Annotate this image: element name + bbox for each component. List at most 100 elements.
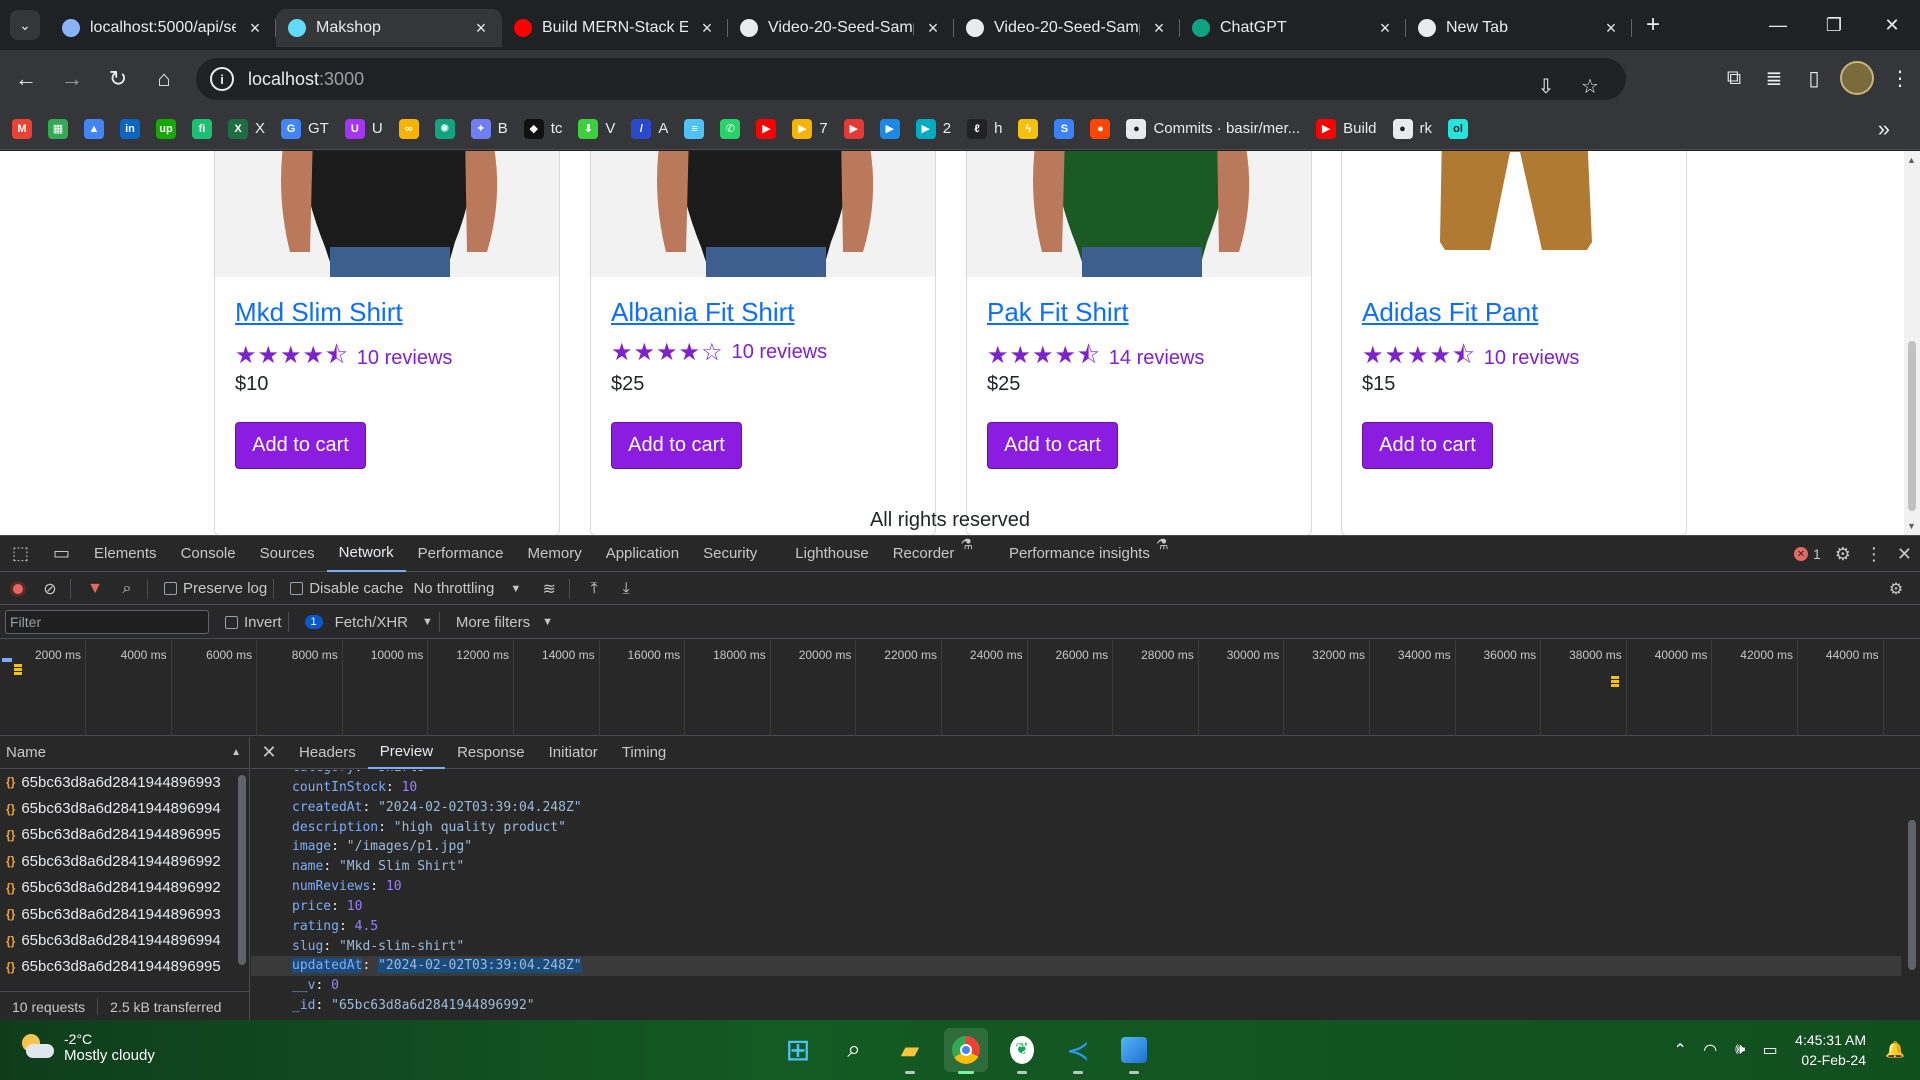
browser-tab[interactable]: ChatGPT × bbox=[1180, 9, 1406, 47]
browser-tab[interactable]: Build MERN-Stack EC × bbox=[502, 9, 728, 47]
bookmark-item[interactable]: M bbox=[12, 118, 32, 139]
json-property-line[interactable]: updatedAt: "2024-02-02T03:39:04.248Z" bbox=[251, 956, 1901, 977]
bookmark-star-icon[interactable]: ☆ bbox=[1570, 66, 1610, 106]
back-button[interactable]: ← bbox=[6, 59, 46, 99]
bookmark-item[interactable]: XX bbox=[228, 118, 265, 139]
devtools-menu-icon[interactable]: ⋮ bbox=[1865, 544, 1883, 565]
site-info-icon[interactable]: i bbox=[210, 67, 234, 91]
network-overview-timeline[interactable]: 2000 ms 4000 ms 6000 ms 8000 ms 10000 ms 1200… bbox=[0, 640, 1920, 736]
photos-button[interactable] bbox=[1112, 1028, 1156, 1074]
tab-close-icon[interactable]: × bbox=[472, 18, 490, 39]
throttling-select[interactable]: No throttling ▼ bbox=[413, 580, 521, 597]
invert-checkbox[interactable]: Invert bbox=[225, 614, 282, 631]
devtools-tab-sources[interactable]: Sources bbox=[248, 536, 327, 572]
devtools-tab-console[interactable]: Console bbox=[169, 536, 248, 572]
devtools-tab-performance[interactable]: Performance bbox=[406, 536, 516, 572]
search-icon[interactable]: ⌕ bbox=[113, 580, 141, 598]
request-row[interactable]: {} 65bc63d8a6d2841944896993 bbox=[0, 901, 249, 927]
more-filters-dropdown[interactable]: More filters ▼ bbox=[456, 614, 553, 631]
product-image[interactable] bbox=[1342, 151, 1686, 277]
request-row[interactable]: {} 65bc63d8a6d2841944896995 bbox=[0, 822, 249, 848]
bookmark-item[interactable]: ⬇ V bbox=[578, 118, 615, 139]
bookmark-item[interactable]: ● rk bbox=[1392, 118, 1432, 139]
media-control-icon[interactable]: ≣ bbox=[1754, 58, 1794, 98]
bookmark-item[interactable]: ≡ bbox=[684, 118, 705, 139]
bookmark-item[interactable]: ℓh bbox=[967, 118, 1002, 139]
bookmark-item[interactable]: ✺ bbox=[434, 118, 455, 139]
bookmark-item[interactable]: ∞ bbox=[398, 118, 419, 139]
json-property-line[interactable]: image: "/images/p1.jpg" bbox=[251, 837, 1901, 857]
devtools-tab-recorder[interactable]: Recorder bbox=[881, 536, 967, 572]
device-toolbar-icon[interactable]: ▭ bbox=[41, 536, 82, 572]
tab-close-icon[interactable]: × bbox=[924, 18, 942, 39]
detail-tab-initiator[interactable]: Initiator bbox=[537, 737, 610, 769]
request-scroll-thumb[interactable] bbox=[238, 775, 246, 965]
preserve-log-checkbox[interactable]: Preserve log bbox=[164, 580, 267, 597]
volume-icon[interactable]: 🕪 bbox=[1725, 1041, 1755, 1059]
clear-icon[interactable]: ⊘ bbox=[36, 579, 64, 599]
devtools-tab-performance-insights[interactable]: Performance insights bbox=[997, 536, 1162, 572]
json-property-line[interactable]: _id: "65bc63d8a6d2841944896992" bbox=[251, 996, 1901, 1016]
vscode-button[interactable]: ≺ bbox=[1056, 1028, 1100, 1074]
product-image[interactable] bbox=[215, 151, 559, 277]
scroll-up-icon[interactable]: ▲ bbox=[1907, 155, 1916, 165]
reload-button[interactable]: ↻ bbox=[98, 59, 138, 99]
bookmark-item[interactable]: ✆ bbox=[720, 118, 741, 139]
bookmark-item[interactable]: S bbox=[1054, 118, 1075, 139]
devtools-tab-network[interactable]: Network bbox=[326, 536, 406, 572]
forward-button[interactable]: → bbox=[52, 59, 92, 99]
add-to-cart-button[interactable]: Add to cart bbox=[235, 422, 366, 469]
profile-avatar[interactable] bbox=[1840, 61, 1874, 95]
network-settings-icon[interactable]: ⚙ bbox=[1882, 579, 1910, 599]
tab-close-icon[interactable]: × bbox=[1150, 18, 1168, 39]
new-tab-button[interactable]: + bbox=[1638, 10, 1668, 40]
json-property-line[interactable]: createdAt: "2024-02-02T03:39:04.248Z" bbox=[251, 798, 1901, 818]
disable-cache-checkbox[interactable]: Disable cache bbox=[290, 580, 403, 597]
request-row[interactable]: {} 65bc63d8a6d2841944896995 bbox=[0, 954, 249, 980]
json-property-line[interactable]: category: "Shirts" bbox=[251, 770, 1901, 778]
extensions-icon[interactable]: ⧉ bbox=[1714, 58, 1754, 98]
add-to-cart-button[interactable]: Add to cart bbox=[611, 422, 742, 469]
bookmark-item[interactable]: ϟ bbox=[1018, 118, 1039, 139]
install-app-icon[interactable]: ⇩ bbox=[1526, 66, 1566, 106]
request-row[interactable]: {} 65bc63d8a6d2841944896994 bbox=[0, 927, 249, 953]
tab-close-icon[interactable]: × bbox=[1376, 18, 1394, 39]
bookmark-item[interactable]: ▶ Build bbox=[1316, 118, 1377, 139]
bookmark-item[interactable]: ▲ bbox=[84, 118, 104, 139]
notification-bell-icon[interactable]: 🔔 bbox=[1880, 1040, 1910, 1060]
json-property-line[interactable]: description: "high quality product" bbox=[251, 818, 1901, 838]
home-button[interactable]: ⌂ bbox=[144, 59, 184, 99]
filter-input[interactable]: Filter bbox=[5, 610, 209, 634]
side-panel-icon[interactable]: ▯ bbox=[1794, 58, 1834, 98]
start-button[interactable]: ⊞ bbox=[776, 1028, 820, 1072]
detail-tab-timing[interactable]: Timing bbox=[610, 737, 678, 769]
menu-kebab-icon[interactable]: ⋮ bbox=[1880, 58, 1920, 98]
preview-scrollbar[interactable] bbox=[1904, 770, 1920, 1021]
devtools-settings-icon[interactable]: ⚙ bbox=[1835, 544, 1851, 565]
page-scrollbar[interactable]: ▲ ▼ bbox=[1904, 151, 1920, 535]
browser-tab[interactable]: Makshop × bbox=[276, 9, 502, 47]
tab-close-icon[interactable]: × bbox=[698, 18, 716, 39]
json-property-line[interactable]: numReviews: 10 bbox=[251, 877, 1901, 897]
tab-close-icon[interactable]: × bbox=[246, 18, 264, 39]
product-name-link[interactable]: Albania Fit Shirt bbox=[611, 297, 795, 328]
battery-icon[interactable]: ▭ bbox=[1755, 1040, 1785, 1060]
detail-tab-preview[interactable]: Preview bbox=[367, 737, 446, 769]
tab-close-icon[interactable]: × bbox=[1602, 18, 1620, 39]
clock[interactable]: 4:45:31 AM 02-Feb-24 bbox=[1795, 1030, 1866, 1070]
bookmark-item[interactable]: up bbox=[156, 118, 176, 139]
request-row[interactable]: {} 65bc63d8a6d2841944896993 bbox=[0, 769, 249, 795]
json-property-line[interactable]: price: 10 bbox=[251, 897, 1901, 917]
json-property-line[interactable]: slug: "Mkd-slim-shirt" bbox=[251, 937, 1901, 957]
checkbox-box[interactable] bbox=[164, 582, 177, 595]
mongodb-compass-button[interactable]: ❦ bbox=[1000, 1028, 1044, 1074]
bookmark-item[interactable]: ✦ B bbox=[470, 118, 508, 139]
export-har-icon[interactable]: ⤓ bbox=[612, 580, 640, 598]
chrome-button[interactable] bbox=[944, 1028, 988, 1074]
request-row[interactable]: {} 65bc63d8a6d2841944896992 bbox=[0, 875, 249, 901]
add-to-cart-button[interactable]: Add to cart bbox=[1362, 422, 1493, 469]
product-name-link[interactable]: Pak Fit Shirt bbox=[987, 297, 1129, 328]
tray-overflow-icon[interactable]: ⌃ bbox=[1665, 1040, 1695, 1060]
record-stop-icon[interactable] bbox=[4, 580, 32, 597]
bookmark-item[interactable]: fi bbox=[192, 118, 212, 139]
